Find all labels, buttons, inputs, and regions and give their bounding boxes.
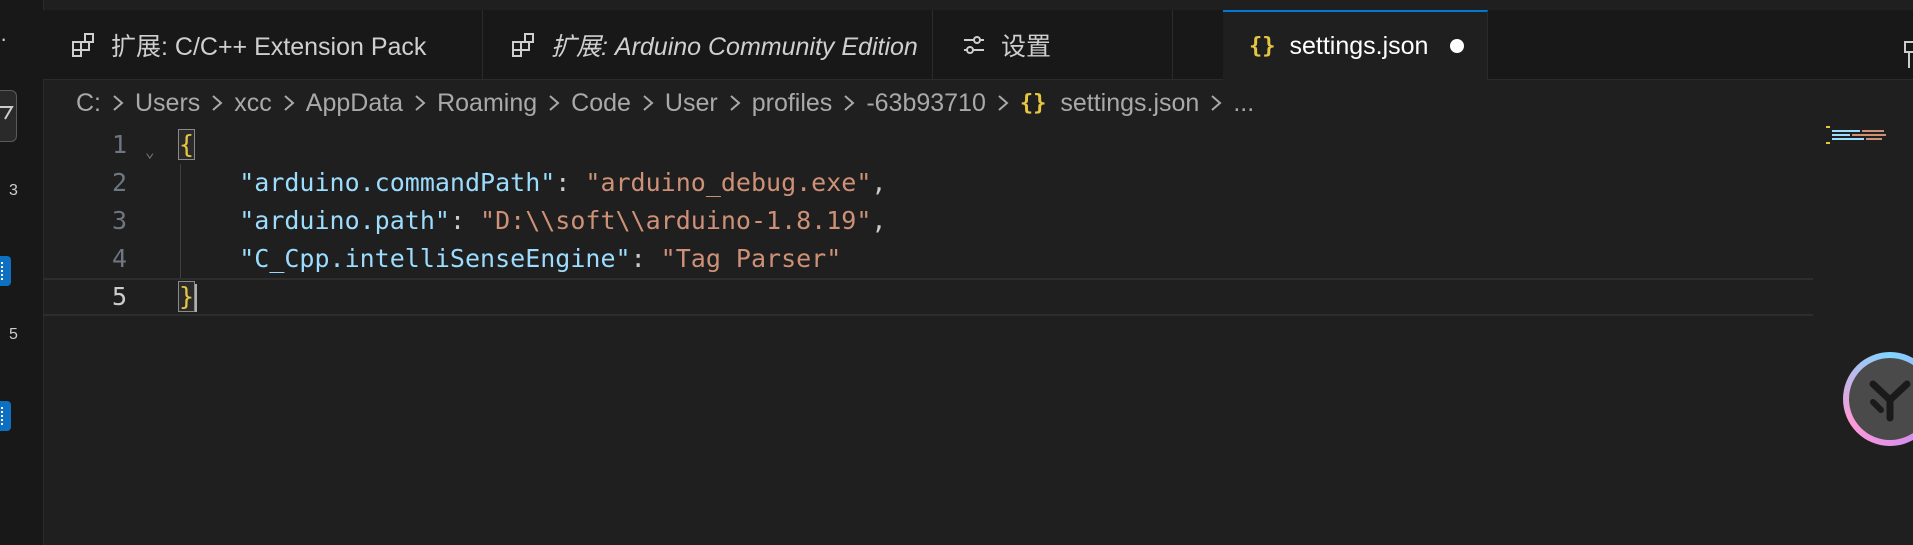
line-number: 1 bbox=[111, 130, 127, 159]
tab-label: 设置 bbox=[1001, 32, 1052, 61]
json-string-value: "Tag Parser" bbox=[660, 244, 842, 273]
breadcrumb-item[interactable]: User bbox=[665, 89, 718, 118]
json-braces-icon: {} bbox=[1249, 33, 1276, 59]
line-number: 4 bbox=[111, 244, 127, 273]
breadcrumb-item[interactable]: profiles bbox=[752, 89, 833, 118]
activity-bar: · 3 5 bbox=[0, 0, 44, 545]
minimap[interactable] bbox=[1826, 124, 1906, 148]
breadcrumb-item[interactable]: -63b93710 bbox=[866, 89, 986, 118]
tab-bar: 扩展: C/C++ Extension Pack 扩展: Arduino Com… bbox=[43, 10, 1913, 80]
chevron-right-icon bbox=[113, 95, 124, 111]
chevron-right-icon bbox=[212, 95, 223, 111]
chevron-right-icon bbox=[844, 95, 855, 111]
code-line[interactable]: 1 ⌄ { bbox=[43, 126, 1813, 164]
breadcrumb-item-file[interactable]: settings.json bbox=[1060, 89, 1199, 118]
assistant-logo-icon bbox=[1849, 358, 1913, 440]
close-brace: } bbox=[177, 281, 196, 312]
line-number: 2 bbox=[111, 168, 127, 197]
code-line-current[interactable]: 5 } bbox=[43, 278, 1813, 316]
breadcrumb-item[interactable]: Code bbox=[571, 89, 631, 118]
tab-label: 扩展: C/C++ Extension Pack bbox=[111, 32, 427, 61]
text-cursor bbox=[195, 284, 198, 312]
breadcrumb-item[interactable]: Roaming bbox=[437, 89, 537, 118]
open-brace: { bbox=[177, 129, 196, 160]
tab-settings[interactable]: 设置 bbox=[933, 10, 1173, 79]
extensions-icon bbox=[509, 30, 539, 60]
colon: : bbox=[555, 168, 586, 197]
json-string-value: "arduino_debug.exe" bbox=[585, 168, 872, 197]
code-editor[interactable]: 1 ⌄ { 2 "arduino.commandPath": "arduino_… bbox=[43, 124, 1913, 545]
count-badge-3: 3 bbox=[9, 182, 18, 199]
comma: , bbox=[871, 206, 887, 235]
json-string-value: "D:\\soft\\arduino-1.8.19" bbox=[480, 206, 872, 235]
comma: , bbox=[871, 168, 887, 197]
breadcrumb-item[interactable]: Users bbox=[135, 89, 200, 118]
chevron-right-icon bbox=[549, 95, 560, 111]
chevron-right-icon bbox=[998, 95, 1009, 111]
more-dot-icon[interactable]: · bbox=[0, 28, 10, 50]
code-line[interactable]: 2 "arduino.commandPath": "arduino_debug.… bbox=[43, 164, 1813, 202]
json-key: "arduino.commandPath" bbox=[239, 168, 556, 197]
unsaved-dot-icon[interactable] bbox=[1450, 39, 1465, 53]
json-key: "C_Cpp.intelliSenseEngine" bbox=[239, 244, 631, 273]
filter-icon[interactable] bbox=[0, 90, 17, 142]
chevron-right-icon bbox=[1211, 95, 1222, 111]
chevron-right-icon bbox=[284, 95, 295, 111]
json-braces-icon: {} bbox=[1019, 90, 1047, 116]
extensions-icon bbox=[69, 30, 99, 60]
chevron-right-icon bbox=[415, 95, 426, 111]
paintbrush-icon[interactable] bbox=[1901, 38, 1913, 79]
breadcrumb-item-symbols[interactable]: ... bbox=[1233, 89, 1254, 118]
list-icon[interactable] bbox=[0, 256, 11, 286]
code-line[interactable]: 3 "arduino.path": "D:\\soft\\arduino-1.8… bbox=[43, 202, 1813, 240]
settings-sliders-icon bbox=[959, 30, 989, 60]
json-key: "arduino.path" bbox=[239, 206, 450, 235]
breadcrumb-item[interactable]: xcc bbox=[234, 89, 272, 118]
tab-arduino-community-edition[interactable]: 扩展: Arduino Community Edition bbox=[483, 10, 933, 79]
chevron-right-icon bbox=[643, 95, 654, 111]
tab-settings-json[interactable]: {} settings.json bbox=[1223, 10, 1488, 80]
list-icon[interactable] bbox=[0, 401, 11, 431]
breadcrumb: C: Users xcc AppData Roaming Code User p… bbox=[76, 86, 1254, 120]
colon: : bbox=[630, 244, 661, 273]
tab-label: 扩展: Arduino Community Edition bbox=[551, 32, 918, 61]
tab-cpp-extension-pack[interactable]: 扩展: C/C++ Extension Pack bbox=[43, 10, 483, 79]
tab-label: settings.json bbox=[1289, 31, 1429, 60]
line-number: 3 bbox=[111, 206, 127, 235]
code-line[interactable]: 4 "C_Cpp.intelliSenseEngine": "Tag Parse… bbox=[43, 240, 1813, 278]
breadcrumb-item[interactable]: AppData bbox=[306, 89, 403, 118]
colon: : bbox=[449, 206, 481, 235]
count-badge-5: 5 bbox=[9, 326, 18, 343]
breadcrumb-item[interactable]: C: bbox=[76, 89, 101, 118]
chevron-right-icon bbox=[730, 95, 741, 111]
line-number: 5 bbox=[111, 282, 127, 311]
